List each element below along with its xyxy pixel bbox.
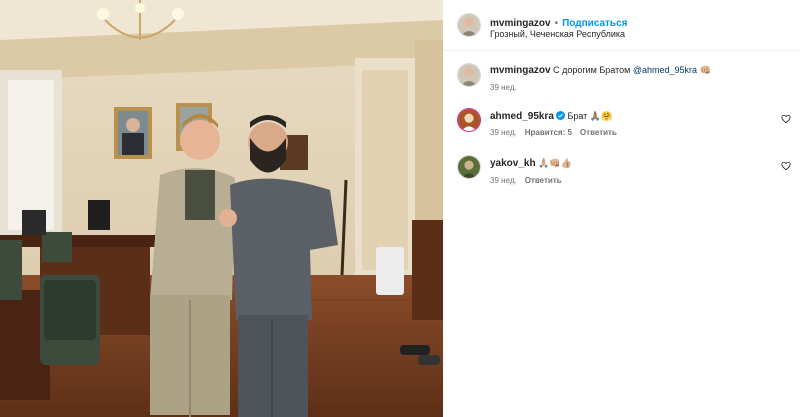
caption-body: С дорогим Братом <box>553 65 631 75</box>
comment-username[interactable]: yakov_kh <box>490 158 536 169</box>
comment-avatar[interactable] <box>457 155 481 179</box>
separator: • <box>554 18 559 29</box>
comment-meta: 39 нед. Нравится: 5 Ответить <box>490 128 617 137</box>
comment-item: yakov_kh 🙏🏼👊🏼👍🏼 <box>490 158 572 169</box>
caption-emoji: 👊🏼 <box>699 66 711 76</box>
comment-likes[interactable]: Нравится: 5 <box>525 128 572 137</box>
comment-text: Брат <box>567 111 588 121</box>
caption-username[interactable]: mvmingazov <box>490 65 551 76</box>
reply-button[interactable]: Ответить <box>580 128 617 137</box>
caption-mention-link[interactable]: @ahmed_95kra <box>633 65 697 75</box>
comment-username[interactable]: ahmed_95kra <box>490 111 554 122</box>
follow-button[interactable]: Подписаться <box>562 18 627 29</box>
comment-emoji: 🙏🏼👊🏼👍🏼 <box>538 159 572 169</box>
post-header: mvmingazov • Подписаться Грозный, Чеченска… <box>443 0 800 51</box>
avatar-icon <box>458 109 480 131</box>
comment-time[interactable]: 39 нед. <box>490 176 517 185</box>
author-username[interactable]: mvmingazov <box>490 18 551 29</box>
avatar-icon <box>458 14 480 36</box>
comment-item: ahmed_95kra Брат 🙏🏽🤗 <box>490 111 612 122</box>
caption-text: mvmingazov С дорогим Братом @ahmed_95kra… <box>490 65 711 76</box>
avatar-icon <box>458 64 480 86</box>
heart-icon <box>781 114 791 124</box>
comment-avatar[interactable] <box>457 108 481 132</box>
caption-time[interactable]: 39 нед. <box>490 83 517 92</box>
post-photo[interactable] <box>0 0 443 417</box>
avatar-icon <box>458 156 480 178</box>
author-avatar[interactable] <box>457 13 481 37</box>
comment-emoji: 🙏🏽🤗 <box>589 112 613 122</box>
caption-avatar[interactable] <box>457 63 481 87</box>
post-location[interactable]: Грозный, Чеченская Республика <box>490 29 625 39</box>
verified-badge-icon <box>555 111 565 120</box>
heart-icon <box>781 161 791 171</box>
reply-button[interactable]: Ответить <box>525 176 562 185</box>
comment-time[interactable]: 39 нед. <box>490 128 517 137</box>
like-comment-button[interactable] <box>781 114 791 124</box>
comment-meta: 39 нед. Ответить <box>490 176 562 185</box>
post-details-panel: mvmingazov • Подписаться Грозный, Чеченска… <box>443 0 800 417</box>
like-comment-button[interactable] <box>781 161 791 171</box>
